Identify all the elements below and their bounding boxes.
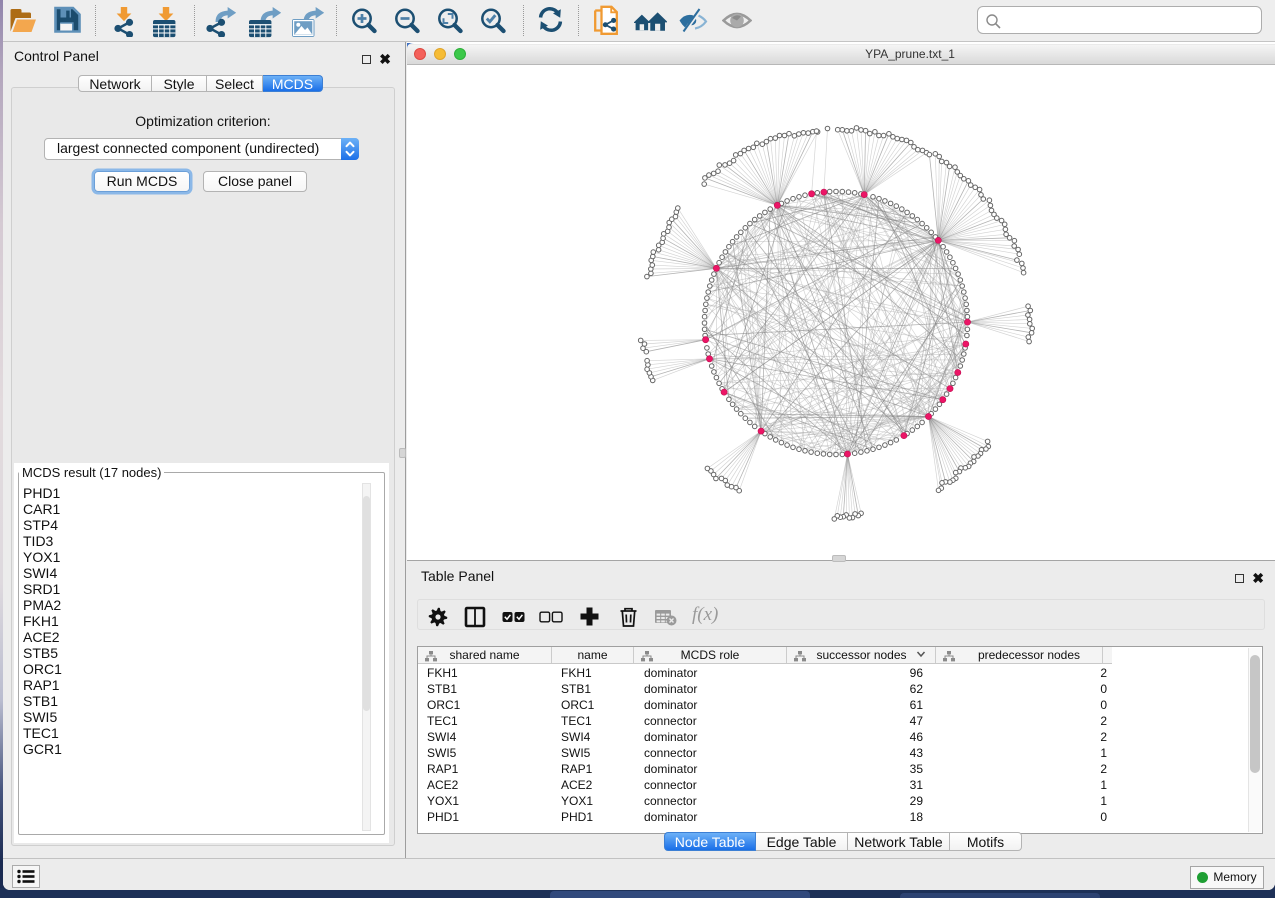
svg-text:f(x): f(x) (692, 604, 718, 625)
